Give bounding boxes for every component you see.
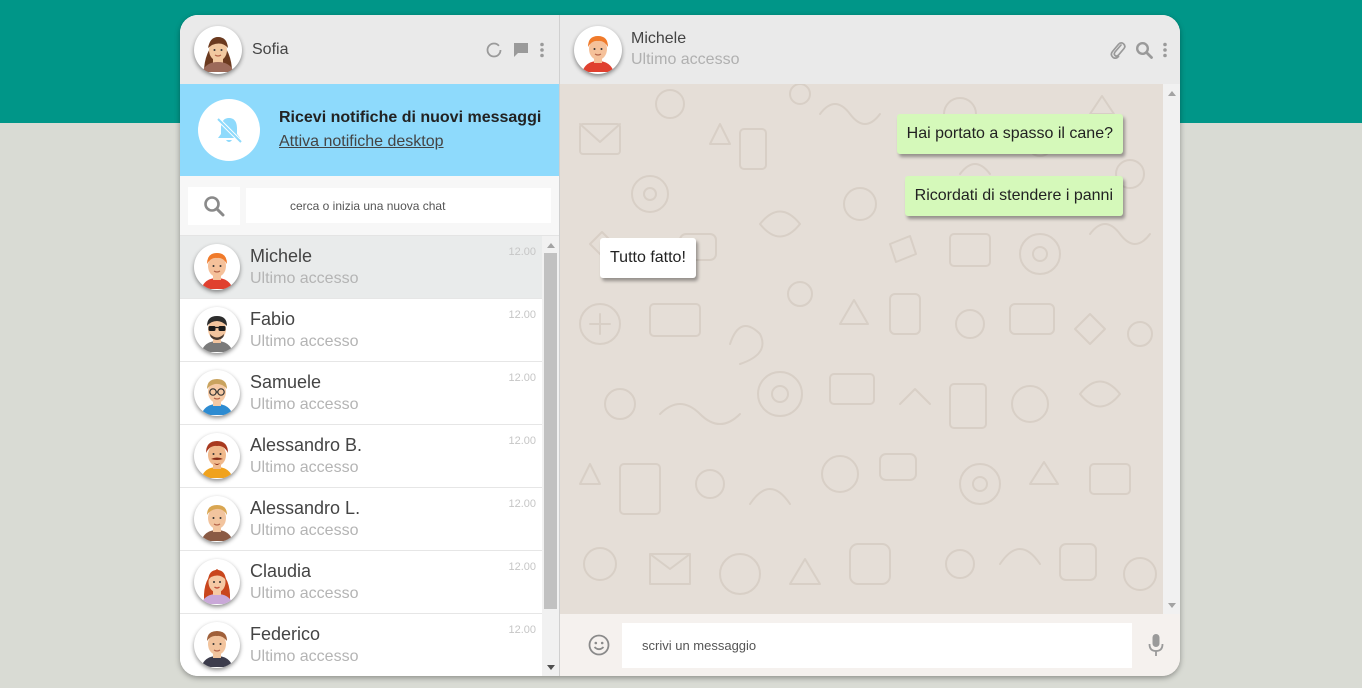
kebab-menu-icon[interactable] [539,42,545,58]
kebab-menu-icon[interactable] [1162,42,1168,58]
contact-list-scrollbar[interactable] [542,236,559,676]
chat-app-window: Sofia Ricevi notifiche di nuovi messaggi… [180,15,1180,676]
chat-contact-info: Michele Ultimo accesso [631,30,739,69]
avatar-man-glasses-icon [201,379,233,415]
conversation-pane: Michele Ultimo accesso Hai portato a spa… [560,15,1180,676]
chat-contact-avatar[interactable] [574,25,622,74]
contact-item-federico[interactable]: Federico Ultimo accesso 12.00 [180,614,543,676]
sidebar: Sofia Ricevi notifiche di nuovi messaggi… [180,15,560,676]
enable-desktop-notifications-link[interactable]: Attiva notifiche desktop [279,133,541,151]
chat-bubble-icon[interactable] [512,41,530,59]
sidebar-header: Sofia [180,15,559,84]
notification-text: Ricevi notifiche di nuovi messaggi Attiv… [279,109,541,151]
scroll-down-arrow-icon[interactable] [1163,598,1180,612]
scroll-up-arrow-icon[interactable] [1163,86,1180,100]
contact-name: Samuele [250,372,322,392]
paperclip-icon[interactable] [1110,41,1126,59]
scroll-down-arrow-icon[interactable] [542,660,559,674]
avatar-man-sunglasses-icon [201,316,233,352]
contact-time: 12.00 [508,246,537,258]
contact-time: 12.00 [508,435,537,447]
microphone-icon[interactable] [1148,633,1164,657]
contact-avatar [194,244,240,290]
message-area-scrollbar[interactable] [1163,84,1180,614]
contact-item-alessandro-l[interactable]: Alessandro L. Ultimo accesso 12.00 [180,488,543,551]
contact-item-michele[interactable]: Michele Ultimo accesso 12.00 [180,236,543,299]
contact-time: 12.00 [508,498,537,510]
message-list: Hai portato a spasso il cane? Ricordati … [560,84,1163,614]
notification-title: Ricevi notifiche di nuovi messaggi [279,109,542,126]
message-bubble-received: Tutto fatto! [600,238,696,278]
status-circle-icon[interactable] [485,41,503,59]
conversation-header-actions [1110,41,1168,59]
contact-time: 12.00 [508,372,537,384]
avatar-man-brown-hair-icon [201,631,233,667]
avatar-man-blond-icon [201,505,233,541]
bell-off-icon [216,117,243,144]
contact-name: Fabio [250,309,296,329]
contact-name: Michele [250,246,313,266]
contact-item-claudia[interactable]: Claudia Ultimo accesso 12.00 [180,551,543,614]
user-avatar[interactable] [194,25,242,74]
contact-name: Alessandro L. [250,498,361,518]
search-input[interactable] [246,188,551,223]
scroll-up-arrow-icon[interactable] [542,238,559,252]
current-user-name: Sofia [252,40,289,58]
contact-avatar [194,370,240,416]
avatar-man-ginger-icon [582,35,614,72]
contact-status: Ultimo accesso [250,459,359,476]
contacts-panel: Michele Ultimo accesso 12.00 Fabio Ultim… [180,236,559,676]
contact-time: 12.00 [508,561,537,573]
contact-avatar [194,559,240,605]
search-icon [204,195,225,216]
chat-contact-name: Michele [631,30,687,47]
contact-status: Ultimo accesso [250,270,359,287]
notification-icon-circle [198,99,260,161]
contact-name: Federico [250,624,321,644]
contact-status: Ultimo accesso [250,648,359,665]
chat-contact-status: Ultimo accesso [631,51,740,68]
contact-name: Claudia [250,561,312,581]
search-button[interactable] [188,186,240,225]
contact-avatar [194,496,240,542]
contact-status: Ultimo accesso [250,396,359,413]
message-input[interactable] [622,622,1132,668]
conversation-header: Michele Ultimo accesso [560,15,1180,84]
sidebar-header-actions [485,41,545,59]
search-icon[interactable] [1135,41,1153,59]
search-bar [180,176,559,236]
contact-status: Ultimo accesso [250,585,359,602]
message-bubble-sent: Hai portato a spasso il cane? [896,114,1123,154]
compose-bar [560,614,1180,676]
avatar-woman-red-hair-icon [201,569,233,604]
avatar-man-mustache-icon [201,441,233,478]
contact-avatar [194,307,240,353]
contact-avatar [194,622,240,668]
contact-status: Ultimo accesso [250,333,359,350]
message-bubble-sent: Ricordati di stendere i panni [904,176,1123,216]
contact-list: Michele Ultimo accesso 12.00 Fabio Ultim… [180,236,543,676]
avatar-man-ginger-icon [201,253,233,289]
contact-name: Alessandro B. [250,435,363,455]
smiley-icon[interactable] [588,634,610,656]
notification-banner: Ricevi notifiche di nuovi messaggi Attiv… [180,84,559,176]
avatar-woman-brown-hair-icon [202,36,234,72]
contact-avatar [194,433,240,479]
contact-time: 12.00 [508,624,537,636]
contact-status: Ultimo accesso [250,522,359,539]
contact-item-samuele[interactable]: Samuele Ultimo accesso 12.00 [180,362,543,425]
contact-item-alessandro-b[interactable]: Alessandro B. Ultimo accesso 12.00 [180,425,543,488]
scrollbar-thumb[interactable] [544,253,558,609]
contact-item-fabio[interactable]: Fabio Ultimo accesso 12.00 [180,299,543,362]
message-area: Hai portato a spasso il cane? Ricordati … [560,84,1180,614]
contact-time: 12.00 [508,309,537,321]
